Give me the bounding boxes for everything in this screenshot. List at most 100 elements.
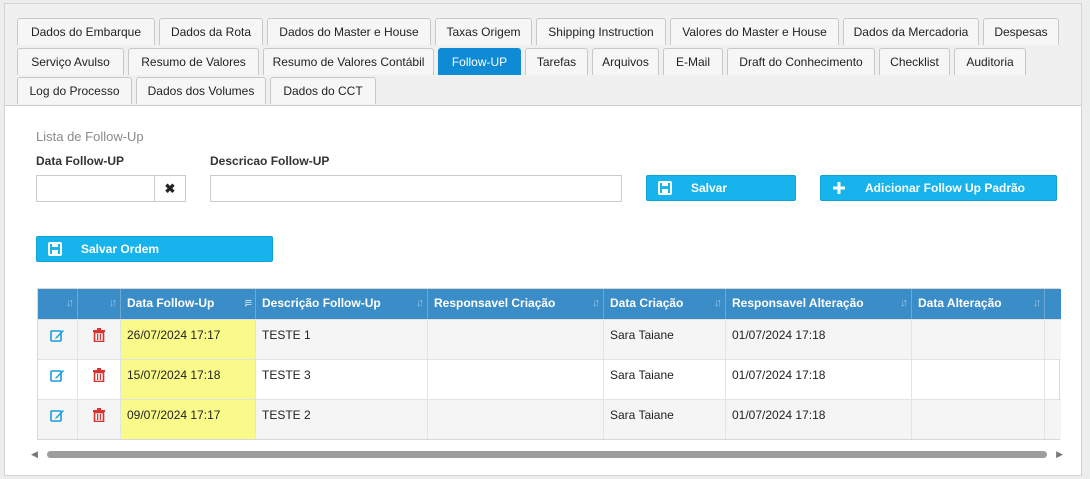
column-header-descricao[interactable]: Descrição Follow-Up ↓↑ bbox=[256, 289, 428, 319]
delete-icon-cell[interactable] bbox=[78, 360, 121, 399]
created-by bbox=[428, 320, 604, 359]
changed-by: 01/07/2024 17:18 bbox=[726, 320, 912, 359]
column-header-data-criacao[interactable]: Data Criação ↓↑ bbox=[604, 289, 726, 319]
save-order-button-label: Salvar Ordem bbox=[81, 242, 160, 256]
changed-at bbox=[912, 360, 1045, 399]
add-default-follow-up-button[interactable]: Adicionar Follow Up Padrão bbox=[820, 175, 1057, 201]
add-default-button-label: Adicionar Follow Up Padrão bbox=[865, 181, 1026, 195]
description-label: Descricao Follow-UP bbox=[210, 154, 330, 168]
column-label: Data Follow-Up bbox=[127, 296, 215, 310]
tab-dados-cct[interactable]: Dados do CCT bbox=[270, 77, 376, 104]
changed-by: 01/07/2024 17:18 bbox=[726, 360, 912, 399]
sort-icon: ↓↑ bbox=[416, 297, 424, 309]
follow-up-date: 09/07/2024 17:17 bbox=[121, 400, 256, 439]
table-row: 09/07/2024 17:17 TESTE 2 Sara Taiane 01/… bbox=[38, 399, 1061, 439]
trash-icon[interactable] bbox=[93, 408, 105, 423]
column-label: Data Criação bbox=[610, 296, 684, 310]
tab-dados-rota[interactable]: Dados da Rota bbox=[159, 18, 263, 45]
sort-desc-icon: ↓≡ bbox=[243, 297, 252, 309]
table-row: 15/07/2024 17:18 TESTE 3 Sara Taiane 01/… bbox=[38, 359, 1061, 399]
clear-icon[interactable]: ✖ bbox=[154, 176, 185, 201]
column-header-delete[interactable]: ↓↑ bbox=[78, 289, 121, 319]
column-header-data-alteracao[interactable]: Data Alteração ↓↑ bbox=[912, 289, 1045, 319]
created-at: Sara Taiane bbox=[604, 400, 726, 439]
tab-checklist[interactable]: Checklist bbox=[879, 48, 950, 75]
column-header-data-follow-up[interactable]: Data Follow-Up ↓≡ bbox=[121, 289, 256, 319]
tab-valores-master-house[interactable]: Valores do Master e House bbox=[670, 18, 839, 45]
tab-resumo-valores[interactable]: Resumo de Valores bbox=[128, 48, 259, 75]
column-label: Responsavel Criação bbox=[434, 296, 556, 310]
delete-icon-cell[interactable] bbox=[78, 320, 121, 359]
follow-up-description: TESTE 1 bbox=[256, 320, 428, 359]
scrollbar-thumb[interactable] bbox=[47, 451, 1047, 458]
tab-dados-embarque[interactable]: Dados do Embarque bbox=[17, 18, 155, 45]
tab-servico-avulso[interactable]: Serviço Avulso bbox=[17, 48, 124, 75]
changed-at bbox=[912, 320, 1045, 359]
column-label: Descrição Follow-Up bbox=[262, 296, 381, 310]
sort-icon: ↓↑ bbox=[900, 297, 908, 309]
table-row: 26/07/2024 17:17 TESTE 1 Sara Taiane 01/… bbox=[38, 319, 1061, 359]
tab-auditoria[interactable]: Auditoria bbox=[954, 48, 1026, 75]
table-header: ↓↑ ↓↑ Data Follow-Up ↓≡ Descrição Follow-… bbox=[38, 289, 1061, 319]
tab-dados-mercadoria[interactable]: Dados da Mercadoria bbox=[843, 18, 979, 45]
tab-arquivos[interactable]: Arquivos bbox=[592, 48, 659, 75]
trash-icon[interactable] bbox=[93, 328, 105, 343]
tab-despesas[interactable]: Despesas bbox=[983, 18, 1059, 45]
changed-by: 01/07/2024 17:18 bbox=[726, 400, 912, 439]
sort-icon: ↓↑ bbox=[66, 297, 74, 309]
edit-icon-cell[interactable] bbox=[38, 320, 78, 359]
tab-log-processo[interactable]: Log do Processo bbox=[17, 77, 132, 104]
plus-icon bbox=[833, 182, 845, 194]
tab-dados-master-house[interactable]: Dados do Master e House bbox=[267, 18, 431, 45]
follow-up-panel: Dados do Embarque Dados da Rota Dados do… bbox=[4, 3, 1082, 476]
edit-icon[interactable] bbox=[50, 328, 65, 342]
date-input-group: ✖ bbox=[36, 175, 186, 202]
delete-icon-cell[interactable] bbox=[78, 400, 121, 439]
save-order-button[interactable]: Salvar Ordem bbox=[36, 236, 273, 262]
scroll-right-icon[interactable]: ▶ bbox=[1056, 449, 1063, 460]
tab-shipping-instruction[interactable]: Shipping Instruction bbox=[536, 18, 666, 45]
floppy-disk-icon bbox=[658, 181, 672, 195]
column-header-responsavel-criacao[interactable]: Responsavel Criação ↓↑ bbox=[428, 289, 604, 319]
follow-up-description: TESTE 2 bbox=[256, 400, 428, 439]
date-field[interactable] bbox=[37, 176, 155, 201]
created-at: Sara Taiane bbox=[604, 320, 726, 359]
follow-up-table: ↓↑ ↓↑ Data Follow-Up ↓≡ Descrição Follow-… bbox=[37, 288, 1061, 440]
horizontal-scrollbar[interactable]: ◀ ▶ bbox=[31, 448, 1063, 460]
column-header-responsavel-alteracao[interactable]: Responsavel Alteração ↓↑ bbox=[726, 289, 912, 319]
created-by bbox=[428, 400, 604, 439]
section-title: Lista de Follow-Up bbox=[36, 129, 144, 144]
save-button-label: Salvar bbox=[691, 181, 728, 195]
created-at: Sara Taiane bbox=[604, 360, 726, 399]
follow-up-date: 26/07/2024 17:17 bbox=[121, 320, 256, 359]
date-label: Data Follow-UP bbox=[36, 154, 125, 168]
column-label: Data Alteração bbox=[918, 296, 1002, 310]
scroll-left-icon[interactable]: ◀ bbox=[31, 449, 38, 460]
sort-icon: ↓↑ bbox=[109, 297, 117, 309]
created-by bbox=[428, 360, 604, 399]
sort-icon: ↓↑ bbox=[592, 297, 600, 309]
column-header-edit[interactable]: ↓↑ bbox=[38, 289, 78, 319]
description-field[interactable] bbox=[210, 175, 622, 202]
tab-taxas-origem[interactable]: Taxas Origem bbox=[435, 18, 532, 45]
tab-resumo-valores-contabil[interactable]: Resumo de Valores Contábil bbox=[263, 48, 434, 75]
sort-icon: ↓↑ bbox=[1033, 297, 1041, 309]
edit-icon[interactable] bbox=[50, 368, 65, 382]
follow-up-date: 15/07/2024 17:18 bbox=[121, 360, 256, 399]
tab-bar: Dados do Embarque Dados da Rota Dados do… bbox=[5, 4, 1081, 106]
sort-icon: ↓↑ bbox=[714, 297, 722, 309]
save-button[interactable]: Salvar bbox=[646, 175, 796, 201]
follow-up-description: TESTE 3 bbox=[256, 360, 428, 399]
column-label: Responsavel Alteração bbox=[732, 296, 864, 310]
floppy-disk-icon bbox=[48, 242, 62, 256]
tab-draft-conhecimento[interactable]: Draft do Conhecimento bbox=[727, 48, 875, 75]
tab-email[interactable]: E-Mail bbox=[663, 48, 723, 75]
tab-dados-volumes[interactable]: Dados dos Volumes bbox=[136, 77, 266, 104]
changed-at bbox=[912, 400, 1045, 439]
tab-tarefas[interactable]: Tarefas bbox=[525, 48, 588, 75]
edit-icon-cell[interactable] bbox=[38, 400, 78, 439]
trash-icon[interactable] bbox=[93, 368, 105, 383]
tab-follow-up[interactable]: Follow-UP bbox=[438, 48, 521, 75]
edit-icon-cell[interactable] bbox=[38, 360, 78, 399]
edit-icon[interactable] bbox=[50, 408, 65, 422]
